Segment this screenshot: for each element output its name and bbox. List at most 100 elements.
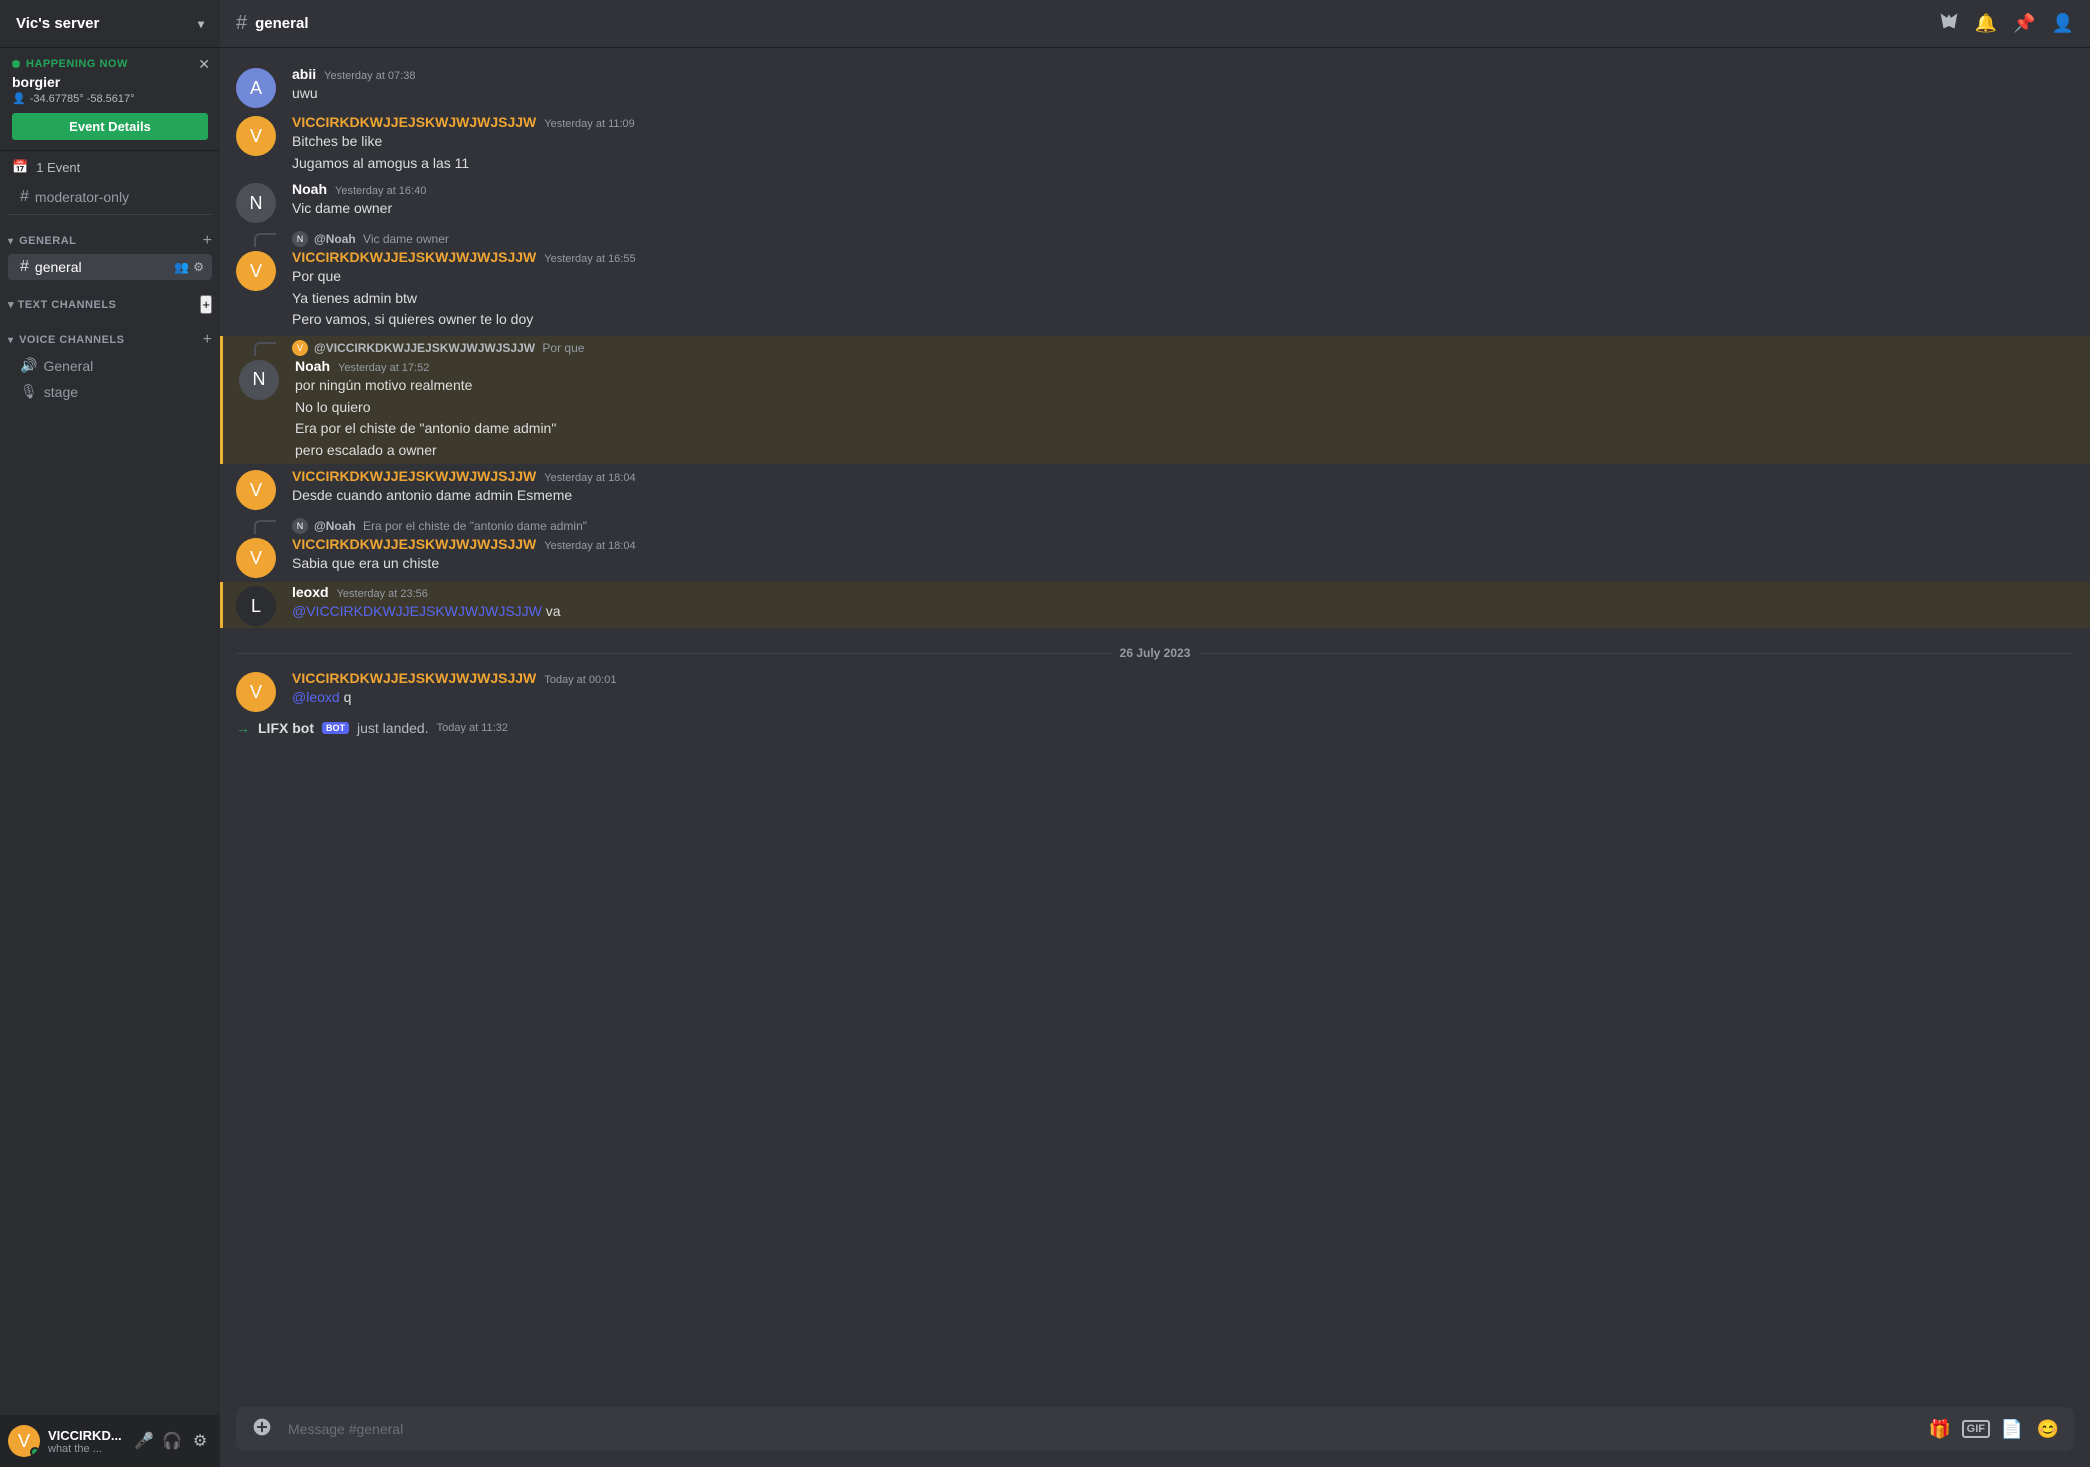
gift-button[interactable]: 🎁	[1926, 1415, 1954, 1443]
message-content: abii Yesterday at 07:38 uwu	[292, 66, 2074, 108]
reply-line: @VICCIRKDKWJJEJSKWJWJWJSJJW Por que	[314, 341, 584, 355]
message-author: VICCIRKDKWJJEJSKWJWJWJSJJW	[292, 536, 536, 552]
divider-line	[236, 653, 1112, 654]
message-timestamp: Yesterday at 07:38	[324, 70, 415, 82]
add-voice-channel-button[interactable]: +	[203, 332, 212, 348]
reply-avatar: N	[292, 231, 308, 247]
sidebar-item-voice-general[interactable]: 🔊 General	[8, 353, 212, 378]
avatar: V	[236, 672, 276, 712]
messages-area[interactable]: A abii Yesterday at 07:38 uwu V VICCIRKD…	[220, 48, 2090, 1407]
mention-link[interactable]: @leoxd	[292, 689, 340, 705]
message-input[interactable]	[280, 1411, 1926, 1447]
reply-author: @Noah	[314, 519, 356, 533]
bot-badge: BOT	[322, 722, 349, 734]
reply-connector: V @VICCIRKDKWJJEJSKWJWJWJSJJW Por que	[220, 336, 2090, 356]
message-text: @VICCIRKDKWJJEJSKWJWJWJSJJW va	[292, 602, 2074, 622]
event-details-button[interactable]: Event Details	[12, 113, 208, 140]
message-line: @leoxd q	[292, 688, 2074, 708]
chevron-down-icon: ▾	[198, 17, 204, 31]
message-header: Noah Yesterday at 16:40	[292, 181, 2074, 197]
user-area: V VICCIRKD... what the ... 🎤 🎧 ⚙	[0, 1415, 220, 1467]
gif-button[interactable]: GIF	[1962, 1420, 1990, 1438]
sticker-button[interactable]: 📄	[1998, 1415, 2026, 1443]
reply-avatar: V	[292, 340, 308, 356]
close-button[interactable]: ✕	[198, 56, 210, 73]
emoji-button[interactable]: 😊	[2034, 1415, 2062, 1443]
message-author: VICCIRKDKWJJEJSKWJWJWJSJJW	[292, 468, 536, 484]
reply-author: @VICCIRKDKWJJEJSKWJWJWJSJJW	[314, 341, 535, 355]
message-author: VICCIRKDKWJJEJSKWJWJWJSJJW	[292, 114, 536, 130]
sidebar-events-item[interactable]: 📅 1 Event	[0, 151, 220, 183]
message-timestamp: Yesterday at 11:09	[544, 118, 635, 130]
add-channel-button[interactable]: +	[203, 233, 212, 249]
reply-author: @Noah	[314, 232, 356, 246]
message-group: N Noah Yesterday at 16:40 Vic dame owner	[220, 179, 2090, 225]
microphone-button[interactable]: 🎤	[132, 1429, 156, 1453]
channel-header-left: # general	[236, 12, 308, 35]
member-list-button[interactable]: 👤	[2052, 13, 2074, 34]
message-line: @VICCIRKDKWJJEJSKWJWJWJSJJW va	[292, 602, 2074, 622]
input-icons: 🎁 GIF 📄 😊	[1926, 1415, 2066, 1443]
message-timestamp: Yesterday at 23:56	[337, 588, 428, 600]
sidebar-item-voice-stage[interactable]: 🎙 stage	[8, 379, 212, 404]
mention-link[interactable]: @VICCIRKDKWJJEJSKWJWJWJSJJW	[292, 603, 542, 619]
message-line: Por que	[292, 267, 2074, 287]
settings-icon[interactable]: ⚙	[193, 260, 204, 274]
reply-preview: N @Noah Vic dame owner	[292, 231, 449, 247]
pinned-messages-button[interactable]: 📌	[2013, 13, 2035, 34]
happening-now-label: HAPPENING NOW	[12, 58, 208, 70]
message-timestamp: Yesterday at 17:52	[338, 362, 429, 374]
headphone-button[interactable]: 🎧	[160, 1429, 184, 1453]
message-content: leoxd Yesterday at 23:56 @VICCIRKDKWJJEJ…	[292, 584, 2074, 626]
stage-icon: 🎙	[20, 383, 38, 400]
message-group: L leoxd Yesterday at 23:56 @VICCIRKDKWJJ…	[220, 582, 2090, 628]
reply-line-decoration	[254, 520, 276, 534]
server-name: Vic's server	[16, 15, 99, 32]
reply-connector: N @Noah Era por el chiste de "antonio da…	[220, 514, 2090, 534]
channel-hash-icon: #	[236, 12, 247, 35]
reply-line: @Noah Era por el chiste de "antonio dame…	[314, 519, 587, 533]
reply-line: @Noah Vic dame owner	[314, 232, 449, 246]
avatar: V	[236, 470, 276, 510]
user-controls: 🎤 🎧 ⚙	[132, 1429, 212, 1453]
user-name: VICCIRKD...	[48, 1428, 124, 1443]
reply-text: Era por el chiste de "antonio dame admin…	[360, 519, 587, 533]
category-text-channels[interactable]: ▾ TEXT CHANNELS +	[0, 281, 220, 318]
message-input-container: 🎁 GIF 📄 😊	[236, 1407, 2074, 1451]
settings-button[interactable]: ⚙	[188, 1429, 212, 1453]
sidebar-scroll: 📅 1 Event # moderator-only ▾ GENERAL + #…	[0, 151, 220, 1415]
message-author: Noah	[295, 358, 330, 374]
arrow-icon: →	[236, 720, 250, 736]
message-line: Desde cuando antonio dame admin Esmeme	[292, 486, 2074, 506]
message-author: leoxd	[292, 584, 329, 600]
divider-line	[1198, 653, 2074, 654]
message-text-content: va	[546, 603, 561, 619]
message-header: VICCIRKDKWJJEJSKWJWJWJSJJW Today at 00:0…	[292, 670, 2074, 686]
server-header[interactable]: Vic's server ▾	[0, 0, 220, 48]
message-line: por ningún motivo realmente	[295, 376, 2074, 396]
add-attachment-button[interactable]	[244, 1417, 280, 1441]
reply-text: Por que	[539, 341, 584, 355]
message-line: No lo quiero	[295, 398, 2074, 418]
bot-name: LIFX bot	[258, 720, 314, 736]
category-general[interactable]: ▾ GENERAL +	[0, 219, 220, 253]
avatar: N	[239, 360, 279, 400]
sidebar-item-moderator-only[interactable]: # moderator-only	[8, 184, 212, 210]
category-voice-channels[interactable]: ▾ VOICE CHANNELS +	[0, 318, 220, 352]
hash-icon: #	[20, 258, 29, 276]
message-text: uwu	[292, 84, 2074, 104]
add-text-channel-button[interactable]: +	[200, 295, 212, 314]
notification-button[interactable]: 🔔	[1975, 13, 1997, 34]
avatar: V	[236, 538, 276, 578]
threads-button[interactable]	[1939, 11, 1959, 36]
message-header: VICCIRKDKWJJEJSKWJWJWJSJJW Yesterday at …	[292, 468, 2074, 484]
location-icon: 👤	[12, 92, 26, 105]
speaker-icon: 🔊	[20, 357, 37, 374]
sidebar-item-general[interactable]: # general 👥 ⚙	[8, 254, 212, 280]
message-group: V VICCIRKDKWJJEJSKWJWJWJSJJW Yesterday a…	[220, 466, 2090, 512]
message-timestamp: Yesterday at 16:40	[335, 185, 426, 197]
add-member-icon[interactable]: 👥	[174, 260, 189, 274]
message-line: Jugamos al amogus a las 11	[292, 154, 2074, 174]
message-header: VICCIRKDKWJJEJSKWJWJWJSJJW Yesterday at …	[292, 114, 2074, 130]
message-group: A abii Yesterday at 07:38 uwu	[220, 64, 2090, 110]
